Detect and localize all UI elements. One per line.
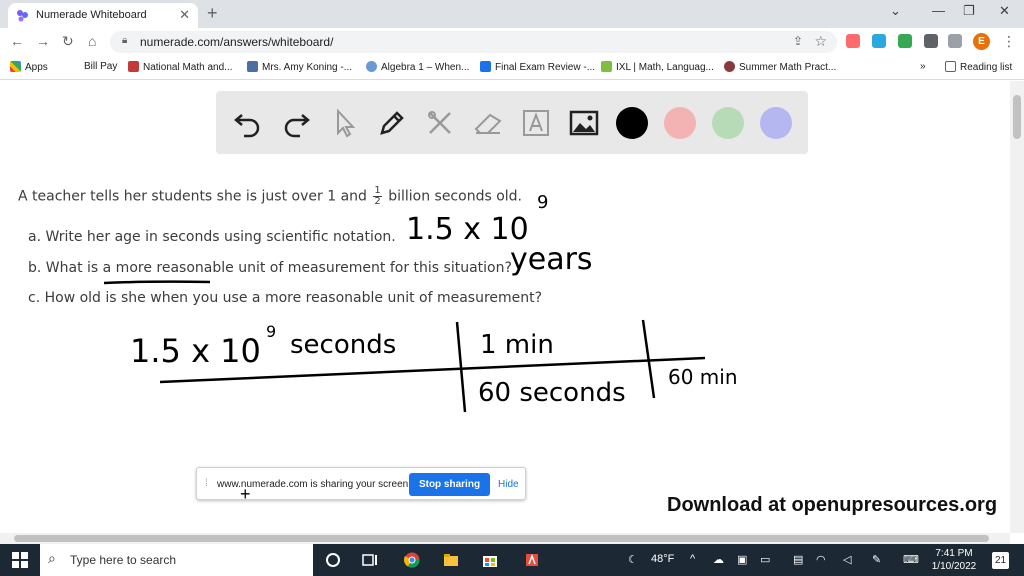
taskbar-search-box[interactable]: ⌕ Type here to search (40, 544, 313, 576)
windows-taskbar: ⌕ Type here to search ☾ 48°F ^ ☁ ▣ ▭ ▤ ◠… (0, 544, 1024, 576)
volume-icon[interactable]: ◁ (843, 553, 851, 566)
drag-handle-icon[interactable]: ⁞ (205, 478, 208, 489)
weather-moon-icon[interactable]: ☾ (628, 553, 638, 566)
store-icon[interactable] (482, 552, 498, 568)
search-icon: ⌕ (48, 550, 56, 566)
wifi-icon[interactable]: ◠ (816, 553, 826, 566)
underline-stroke (103, 280, 211, 285)
hide-button[interactable]: Hide (498, 479, 519, 490)
tray-camera-icon[interactable]: ▭ (760, 553, 770, 566)
crosshair-cursor-icon: + (240, 484, 251, 504)
numerator-mantissa: 1.5 x 10 (130, 332, 261, 370)
notification-badge[interactable]: 21 (992, 552, 1009, 569)
numerator-unit: seconds (290, 330, 397, 360)
watermark-text: Download at openupresources.org (667, 494, 998, 516)
search-placeholder: Type here to search (70, 553, 177, 567)
task-view-icon[interactable] (362, 552, 378, 568)
years-note: years (510, 242, 593, 277)
chrome-icon[interactable] (404, 552, 420, 568)
pen-workspace-icon[interactable]: ✎ (872, 553, 881, 566)
cortana-icon[interactable] (325, 552, 341, 568)
weather-temperature[interactable]: 48°F (651, 553, 674, 565)
clock-time: 7:41 PM (935, 548, 973, 559)
divider-stroke-1 (455, 321, 467, 413)
system-clock[interactable]: 7:41 PM 1/10/2022 (928, 547, 980, 573)
divider-stroke-2 (641, 319, 656, 399)
keyboard-icon[interactable]: ⌨ (903, 553, 919, 566)
file-explorer-icon[interactable] (443, 552, 459, 568)
network-icon[interactable]: ▤ (793, 553, 803, 566)
answer-a-exponent: 9 (537, 192, 549, 213)
clock-date: 1/10/2022 (931, 561, 977, 572)
windows-start-icon[interactable] (12, 552, 28, 568)
tray-chevron-icon[interactable]: ^ (690, 553, 695, 565)
factor1-top: 1 min (480, 330, 554, 360)
tray-app-icon[interactable]: ▣ (737, 553, 747, 566)
numerator-exponent: 9 (266, 322, 277, 341)
onedrive-icon[interactable]: ☁ (713, 553, 724, 566)
factor1-bottom: 60 seconds (478, 378, 626, 408)
app-icon[interactable] (524, 552, 540, 568)
stop-sharing-button[interactable]: Stop sharing (409, 473, 490, 496)
factor2-bottom: 60 min (668, 365, 738, 389)
